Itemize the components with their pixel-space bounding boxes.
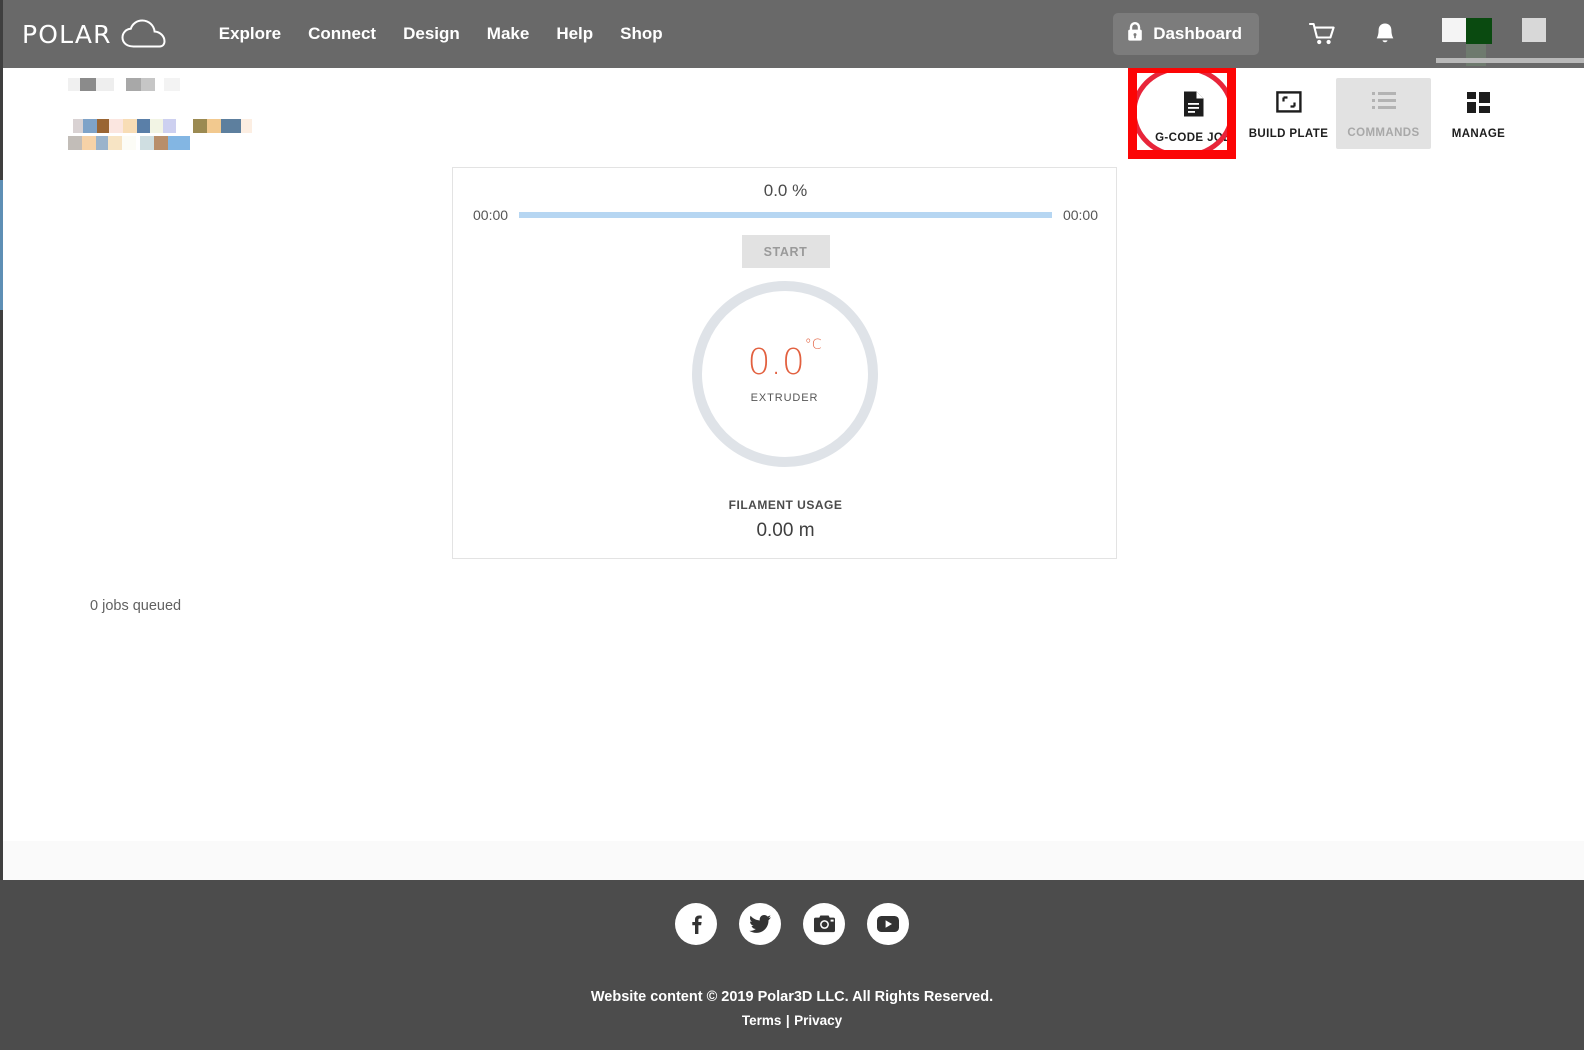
brand-label: POLAR (22, 19, 112, 49)
navbar-right-cluster: Dashboard (1113, 0, 1584, 68)
redacted-pixel (150, 119, 163, 133)
printer-tab-strip: G-CODE JOB BUILD PLATE COMMANDS MANAGE (1146, 78, 1526, 154)
legal-separator: | (785, 1013, 790, 1028)
privacy-link[interactable]: Privacy (794, 1013, 842, 1028)
redacted-pixel (207, 119, 221, 133)
nav-link-shop[interactable]: Shop (620, 24, 663, 44)
tab-commands-label: COMMANDS (1347, 127, 1420, 139)
redacted-pixel (168, 136, 190, 150)
tab-manage[interactable]: MANAGE (1431, 78, 1526, 150)
redacted-pixel (97, 119, 109, 133)
nav-link-help[interactable]: Help (556, 24, 593, 44)
redacted-pixel (96, 136, 108, 150)
gcode-document-icon (1182, 90, 1206, 123)
twitter-icon[interactable] (739, 903, 781, 945)
redacted-swatch (1466, 18, 1492, 44)
jobs-queued-status: 0 jobs queued (90, 598, 182, 614)
youtube-icon[interactable] (867, 903, 909, 945)
redacted-pixel (154, 136, 168, 150)
redacted-pixel (193, 119, 207, 133)
tab-gcode-job-label: G-CODE JOB (1155, 132, 1232, 144)
nav-link-design[interactable]: Design (403, 24, 460, 44)
progress-percent-label: 0.0 % (763, 181, 808, 200)
redacted-pixel (83, 119, 97, 133)
redacted-swatch (1522, 18, 1546, 42)
redacted-pixel (241, 119, 252, 133)
temperature-unit-label: °C (804, 336, 822, 353)
tab-gcode-job[interactable]: G-CODE JOB (1146, 78, 1241, 154)
remaining-time-label: 00:00 (1062, 207, 1098, 223)
filament-usage-section: FILAMENT USAGE 0.00 m (453, 498, 1118, 542)
redacted-pixel (109, 119, 123, 133)
manage-grid-icon (1466, 90, 1491, 119)
redacted-pixel (108, 136, 122, 150)
redacted-printer-info (68, 74, 318, 156)
tab-build-plate-label: BUILD PLATE (1248, 128, 1329, 140)
redacted-pixel (80, 78, 96, 91)
gcode-job-card: 0.0 % 00:00 00:00 START 0.0°C EXTRUDER F… (452, 167, 1117, 559)
tab-commands: COMMANDS (1336, 78, 1431, 149)
commands-list-icon (1371, 90, 1397, 118)
redacted-pixel (122, 136, 136, 150)
nav-link-make[interactable]: Make (487, 24, 530, 44)
tab-build-plate[interactable]: BUILD PLATE (1241, 78, 1336, 150)
dashboard-button-label: Dashboard (1153, 24, 1242, 43)
redacted-pixel (96, 78, 114, 91)
redacted-pixel (140, 136, 154, 150)
redacted-pixel (68, 78, 80, 91)
redacted-pixel (163, 119, 176, 133)
dashboard-button[interactable]: Dashboard (1113, 13, 1259, 55)
site-footer: Website content © 2019 Polar3D LLC. All … (0, 880, 1584, 1050)
terms-link[interactable]: Terms (742, 1013, 782, 1028)
app-root: POLAR Explore Connect Design Make Help S… (0, 0, 1584, 1050)
extruder-temperature-gauge: 0.0°C EXTRUDER (691, 281, 878, 467)
extruder-gauge-label: EXTRUDER (750, 391, 819, 404)
redacted-swatch (1442, 18, 1466, 42)
page-left-edge (0, 0, 3, 880)
main-content-panel: 0.0 % 00:00 00:00 START 0.0°C EXTRUDER F… (3, 68, 1584, 841)
redacted-pixel (123, 119, 137, 133)
filament-usage-value: 0.00 m (756, 520, 815, 541)
redacted-pixel (164, 78, 180, 91)
nav-link-connect[interactable]: Connect (308, 24, 376, 44)
progress-bar[interactable] (519, 212, 1052, 218)
job-progress-section: 0.0 % 00:00 00:00 START (453, 168, 1118, 268)
redacted-pixel (141, 78, 155, 91)
notification-bell-icon[interactable] (1374, 22, 1396, 47)
brand-logo[interactable]: POLAR (22, 19, 167, 49)
redacted-pixel (73, 119, 83, 133)
top-navbar: POLAR Explore Connect Design Make Help S… (0, 0, 1584, 68)
page-left-edge-highlight (0, 180, 3, 310)
extruder-temperature-value: 0.0°C (747, 338, 821, 383)
elapsed-time-label: 00:00 (473, 207, 509, 223)
instagram-icon[interactable] (803, 903, 845, 945)
social-links (0, 880, 1584, 945)
lock-icon (1126, 21, 1144, 47)
main-nav-links: Explore Connect Design Make Help Shop (219, 24, 663, 44)
nav-link-explore[interactable]: Explore (219, 24, 281, 44)
progress-bar-row: 00:00 00:00 (453, 207, 1118, 223)
build-plate-icon (1275, 90, 1302, 119)
redacted-pixel (68, 136, 82, 150)
redacted-pixel (126, 78, 141, 91)
cloud-icon (121, 19, 167, 49)
redacted-swatch (1436, 58, 1584, 63)
redacted-pixel (137, 119, 150, 133)
redacted-pixel (82, 136, 96, 150)
facebook-icon[interactable] (675, 903, 717, 945)
extruder-temperature-number: 0.0 (747, 341, 805, 383)
start-button[interactable]: START (741, 235, 830, 268)
footer-legal-links: Terms | Privacy (0, 1012, 1584, 1030)
filament-usage-title: FILAMENT USAGE (728, 498, 843, 512)
footer-copyright: Website content © 2019 Polar3D LLC. All … (590, 989, 994, 1005)
redacted-pixel (221, 119, 241, 133)
tab-manage-label: MANAGE (1451, 128, 1506, 140)
redacted-user-area[interactable] (1434, 0, 1584, 68)
shopping-cart-icon[interactable] (1309, 22, 1336, 46)
content-underlay (0, 841, 1584, 880)
